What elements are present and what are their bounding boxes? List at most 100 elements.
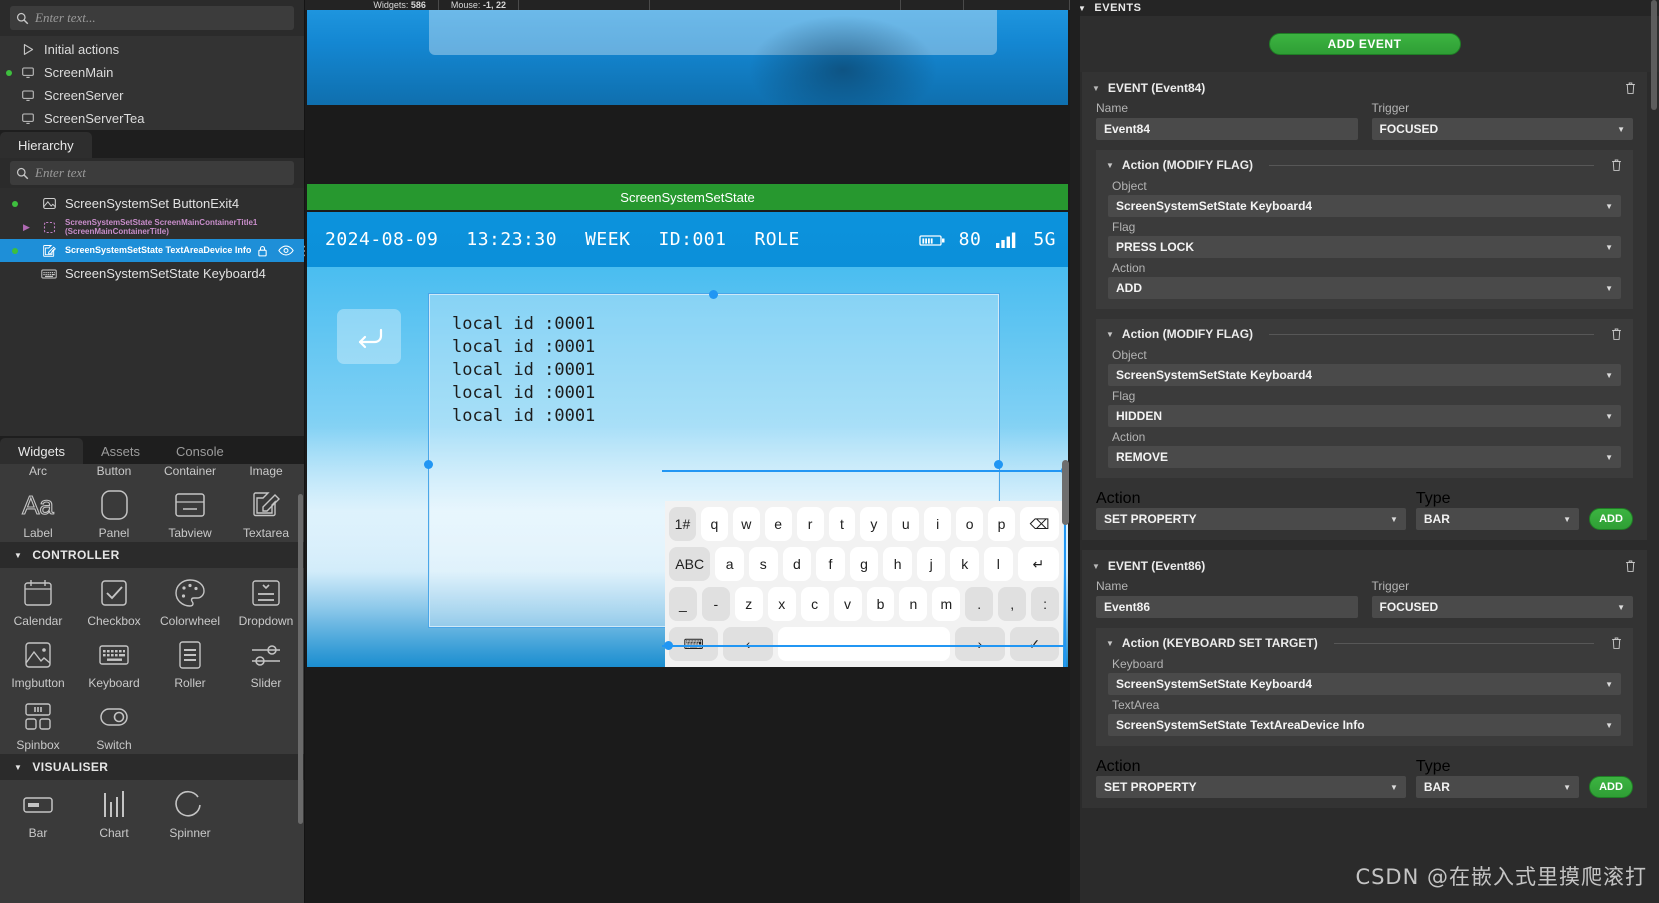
key-cursor-left[interactable]: ‹	[723, 627, 773, 661]
widget-item-chart[interactable]: Chart	[76, 780, 152, 842]
key-q[interactable]: q	[700, 507, 728, 541]
widgets-scrollbar[interactable]	[298, 494, 303, 824]
tree-item-initial-actions[interactable]: Initial actions	[0, 38, 304, 61]
widget-item-slider[interactable]: Slider	[228, 630, 304, 692]
tab-widgets[interactable]: Widgets	[0, 438, 83, 464]
key-space[interactable]	[777, 627, 951, 661]
canvas-scrollbar[interactable]	[1062, 460, 1069, 525]
events-scrollbar[interactable]	[1651, 0, 1657, 110]
hierarchy-item-textareadeviceinfo[interactable]: ScreenSystemSetState TextAreaDevice Info	[0, 239, 308, 262]
device-preview[interactable]: 2024-08-09 13:23:30 WEEK ID:001 ROLE 80 …	[307, 212, 1068, 667]
selection-handle-right[interactable]	[994, 460, 1003, 469]
expand-arrow-icon[interactable]: ▶	[23, 222, 33, 233]
lock-icon[interactable]	[256, 244, 269, 258]
key-e[interactable]: e	[764, 507, 792, 541]
widget-item-panel[interactable]: Panel	[76, 480, 152, 542]
add-action-button[interactable]: ADD	[1589, 776, 1633, 798]
widget-item-spinbox[interactable]: Spinbox	[0, 692, 76, 754]
key-t[interactable]: t	[828, 507, 856, 541]
widget-item-switch[interactable]: Switch	[76, 692, 152, 754]
key-i[interactable]: i	[924, 507, 952, 541]
delete-action-icon[interactable]	[1610, 327, 1623, 341]
tab-assets[interactable]: Assets	[83, 438, 158, 464]
widget-item-imgbutton[interactable]: Imgbutton	[0, 630, 76, 692]
action-mode-dropdown[interactable]: REMOVE ▼	[1108, 446, 1621, 468]
widget-item-dropdown[interactable]: Dropdown	[228, 568, 304, 630]
section-controller[interactable]: ▼ CONTROLLER	[0, 542, 304, 568]
widget-item-roller[interactable]: Roller	[152, 630, 228, 692]
footer-type-dropdown[interactable]: BAR ▼	[1415, 776, 1579, 798]
key-confirm[interactable]: ✓	[1009, 627, 1059, 661]
action-mode-dropdown[interactable]: ADD ▼	[1108, 277, 1621, 299]
action-flag-dropdown[interactable]: HIDDEN ▼	[1108, 405, 1621, 427]
footer-action-dropdown[interactable]: SET PROPERTY ▼	[1096, 508, 1406, 530]
key-r[interactable]: r	[796, 507, 824, 541]
key-keyboard-toggle[interactable]: ⌨	[669, 627, 719, 661]
key-comma[interactable]: ,	[998, 587, 1027, 621]
key-g[interactable]: g	[849, 547, 879, 581]
key-v[interactable]: v	[833, 587, 862, 621]
action-keyboard-dropdown[interactable]: ScreenSystemSetState Keyboard4 ▼	[1108, 673, 1621, 695]
add-action-button[interactable]: ADD	[1589, 508, 1633, 530]
key-m[interactable]: m	[932, 587, 961, 621]
key-p[interactable]: p	[988, 507, 1015, 541]
key-w[interactable]: w	[732, 507, 760, 541]
keyboard-handle-midleft[interactable]	[664, 641, 673, 650]
event-trigger-dropdown[interactable]: FOCUSED ▼	[1371, 596, 1633, 618]
key-f[interactable]: f	[816, 547, 845, 581]
eye-icon[interactable]	[278, 244, 295, 257]
key-s[interactable]: s	[748, 547, 778, 581]
key-l[interactable]: l	[984, 547, 1013, 581]
delete-event-icon[interactable]	[1624, 81, 1637, 95]
key-enter[interactable]: ↵	[1017, 547, 1060, 581]
tree-item-screenmain[interactable]: ScreenMain	[0, 61, 304, 84]
action-textarea-dropdown[interactable]: ScreenSystemSetState TextAreaDevice Info…	[1108, 714, 1621, 736]
hierarchy-item-containertitle1[interactable]: ▶ ScreenSystemSetState ScreenMainContain…	[0, 215, 304, 239]
key-abc[interactable]: ABC	[668, 547, 711, 581]
key-b[interactable]: b	[866, 587, 895, 621]
tab-console[interactable]: Console	[158, 438, 242, 464]
tab-hierarchy[interactable]: Hierarchy	[0, 132, 92, 158]
delete-action-icon[interactable]	[1610, 158, 1623, 172]
key-backspace[interactable]: ⌫	[1019, 507, 1059, 541]
key-colon[interactable]: :	[1031, 587, 1060, 621]
action-flag-dropdown[interactable]: PRESS LOCK ▼	[1108, 236, 1621, 258]
key-hyphen[interactable]: -	[701, 587, 730, 621]
delete-event-icon[interactable]	[1624, 559, 1637, 573]
key-symbols[interactable]: 1#	[669, 507, 696, 541]
hierarchy-search-input[interactable]: Enter text	[10, 161, 294, 185]
tree-item-screenserver[interactable]: ScreenServer	[0, 84, 304, 107]
event-card-title[interactable]: ▼ EVENT (Event86)	[1082, 556, 1647, 579]
key-d[interactable]: d	[782, 547, 812, 581]
widget-item-keyboard[interactable]: Keyboard	[76, 630, 152, 692]
hierarchy-item-buttonexit4[interactable]: ScreenSystemSet ButtonExit4	[0, 192, 304, 215]
key-period[interactable]: .	[965, 587, 994, 621]
widget-item-bar[interactable]: Bar	[0, 780, 76, 842]
selection-handle-top[interactable]	[709, 290, 718, 299]
key-x[interactable]: x	[767, 587, 796, 621]
tree-item-screenservertea[interactable]: ScreenServerTea	[0, 107, 304, 130]
key-n[interactable]: n	[899, 587, 928, 621]
action-object-dropdown[interactable]: ScreenSystemSetState Keyboard4 ▼	[1108, 364, 1621, 386]
action-object-dropdown[interactable]: ScreenSystemSetState Keyboard4 ▼	[1108, 195, 1621, 217]
key-o[interactable]: o	[956, 507, 984, 541]
search-input[interactable]: Enter text...	[10, 6, 294, 30]
preview-screen-top[interactable]	[307, 10, 1068, 105]
key-y[interactable]: y	[860, 507, 888, 541]
key-a[interactable]: a	[715, 547, 744, 581]
events-section-header[interactable]: ▼ EVENTS	[1070, 0, 1659, 16]
action-header[interactable]: ▼ Action (MODIFY FLAG)	[1096, 325, 1633, 345]
footer-action-dropdown[interactable]: SET PROPERTY ▼	[1096, 776, 1406, 798]
key-j[interactable]: j	[916, 547, 946, 581]
key-h[interactable]: h	[883, 547, 912, 581]
section-visualiser[interactable]: ▼ VISUALISER	[0, 754, 304, 780]
key-u[interactable]: u	[892, 507, 920, 541]
key-underscore[interactable]: _	[668, 587, 697, 621]
footer-type-dropdown[interactable]: BAR ▼	[1415, 508, 1579, 530]
widget-item-calendar[interactable]: Calendar	[0, 568, 76, 630]
action-header[interactable]: ▼ Action (MODIFY FLAG)	[1096, 156, 1633, 176]
key-k[interactable]: k	[950, 547, 980, 581]
widget-item-label[interactable]: Aa Label	[0, 480, 76, 542]
selection-handle-left[interactable]	[424, 460, 433, 469]
key-z[interactable]: z	[734, 587, 763, 621]
